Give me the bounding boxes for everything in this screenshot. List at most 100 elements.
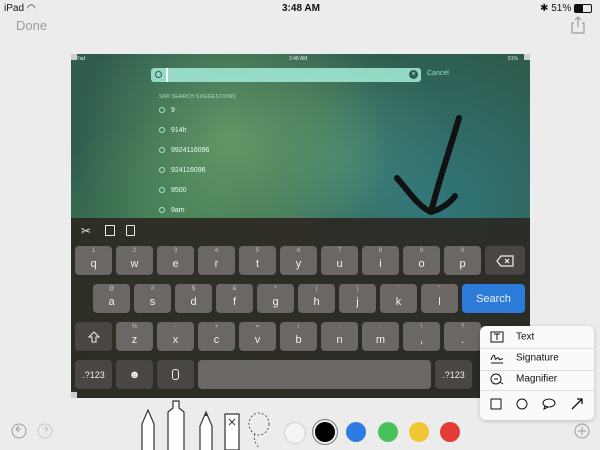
search-icon <box>155 71 162 78</box>
key-b[interactable]: / b <box>280 322 317 351</box>
eraser-tool-icon[interactable] <box>223 412 241 450</box>
key-w[interactable]: 2w <box>116 246 153 275</box>
copy-icon[interactable] <box>105 225 115 236</box>
emoji-key[interactable]: ☻ <box>116 360 153 389</box>
cut-icon[interactable]: ✂ <box>81 224 91 238</box>
pencil-tool-icon[interactable] <box>196 410 216 450</box>
cancel-button[interactable]: Cancel <box>427 70 449 77</box>
menu-item-magnifier[interactable]: Magnifier <box>490 373 557 385</box>
suggestion-item[interactable]: 924116096 <box>159 167 206 174</box>
color-swatch-white[interactable] <box>284 422 306 444</box>
key-y[interactable]: 6y <box>280 246 317 275</box>
dictation-key[interactable] <box>157 360 194 389</box>
search-icon <box>159 207 165 214</box>
key-x[interactable]: -x <box>157 322 194 351</box>
key-g[interactable]: * g <box>257 284 294 313</box>
markup-add-menu: Text Signature Magnifier <box>480 326 594 420</box>
key-k[interactable]: ' k <box>380 284 417 313</box>
key-h[interactable]: (h <box>298 284 335 313</box>
color-swatch-green[interactable] <box>378 422 398 442</box>
rectangle-shape-icon[interactable] <box>490 398 502 410</box>
key-s[interactable]: # s <box>134 284 171 313</box>
search-icon <box>159 167 165 174</box>
suggestion-item[interactable]: 9924116096 <box>159 147 209 154</box>
microphone-icon <box>172 369 179 380</box>
clear-icon[interactable]: × <box>409 70 418 79</box>
search-key[interactable]: Search <box>462 284 525 313</box>
key-o[interactable]: 9o <box>403 246 440 275</box>
menu-item-text[interactable]: Text <box>490 331 534 343</box>
color-swatch-red[interactable] <box>440 422 460 442</box>
delete-key[interactable] <box>485 246 525 275</box>
key-d[interactable]: $ d <box>175 284 212 313</box>
menu-item-signature[interactable]: Signature <box>490 352 559 364</box>
crop-handle[interactable] <box>71 54 77 60</box>
emoji-icon: ☻ <box>128 368 141 381</box>
key-t[interactable]: 5t <box>239 246 276 275</box>
key-f[interactable]: & f <box>216 284 253 313</box>
circle-shape-icon[interactable] <box>516 398 528 410</box>
arrow-shape-icon[interactable] <box>570 397 584 411</box>
search-icon <box>159 107 165 114</box>
key-r[interactable]: 4r <box>198 246 235 275</box>
keyboard: ✂ 1q 2w 3e 4r 5t 6y 7u 8i 9o 0p @ a # s $ d… <box>71 218 530 398</box>
suggestion-item[interactable]: 9 <box>159 107 175 114</box>
share-icon[interactable] <box>570 16 586 34</box>
numbers-key[interactable]: .?123 <box>75 360 112 389</box>
color-swatch-black[interactable] <box>315 422 335 442</box>
mini-status-battery: 51% <box>507 56 518 62</box>
key-p[interactable]: 0p <box>444 246 481 275</box>
shift-key[interactable] <box>75 322 112 351</box>
search-icon <box>159 127 165 134</box>
key-v[interactable]: = v <box>239 322 276 351</box>
key-i[interactable]: 8i <box>362 246 399 275</box>
speech-bubble-shape-icon[interactable] <box>542 398 556 410</box>
suggestion-item[interactable]: 9500 <box>159 187 187 194</box>
shift-icon <box>87 330 100 342</box>
key-comma[interactable]: !, <box>403 322 440 351</box>
undo-icon[interactable] <box>10 422 28 440</box>
backspace-icon <box>496 254 514 267</box>
color-swatch-yellow[interactable] <box>409 422 429 442</box>
pen-tool-icon[interactable] <box>138 408 158 450</box>
key-j[interactable]: ) j <box>339 284 376 313</box>
suggestion-item[interactable]: 9am <box>159 207 185 214</box>
marker-tool-icon[interactable] <box>165 398 187 450</box>
key-e[interactable]: 3e <box>157 246 194 275</box>
paste-icon[interactable] <box>126 225 135 236</box>
signature-icon <box>490 354 504 364</box>
key-a[interactable]: @ a <box>93 284 130 313</box>
space-key[interactable] <box>198 360 431 389</box>
key-z[interactable]: % z <box>116 322 153 351</box>
text-cursor <box>166 68 168 82</box>
crop-handle[interactable] <box>71 392 77 398</box>
numbers-key-right[interactable]: .?123 <box>435 360 472 389</box>
magnifier-icon <box>490 373 504 385</box>
status-battery: ✱ 51% <box>540 3 592 14</box>
key-l[interactable]: " l <box>421 284 458 313</box>
key-m[interactable]: :m <box>362 322 399 351</box>
status-carrier: iPad ◠ <box>4 3 36 14</box>
crop-handle[interactable] <box>524 54 530 60</box>
redo-icon[interactable] <box>36 422 54 440</box>
search-icon <box>159 187 165 194</box>
key-q[interactable]: 1q <box>75 246 112 275</box>
add-icon[interactable] <box>573 422 591 440</box>
key-c[interactable]: + c <box>198 322 235 351</box>
search-field[interactable]: × <box>151 68 421 82</box>
bluetooth-icon: ✱ <box>540 3 549 14</box>
suggestion-item[interactable]: 914h <box>159 127 187 134</box>
search-icon <box>159 147 165 154</box>
wifi-icon: ◠ <box>26 3 36 14</box>
key-period[interactable]: ?. <box>444 322 481 351</box>
suggestions-title: SIRI SEARCH SUGGESTIONS <box>159 94 236 100</box>
screenshot-canvas[interactable]: iPad 3:48 AM 51% × Cancel SIRI SEARCH SU… <box>71 54 530 398</box>
mini-status-time: 3:48 AM <box>289 56 308 62</box>
battery-icon <box>574 3 592 13</box>
key-u[interactable]: 7u <box>321 246 358 275</box>
lasso-tool-icon[interactable] <box>246 410 272 450</box>
color-swatch-blue[interactable] <box>346 422 366 442</box>
key-n[interactable]: ; n <box>321 322 358 351</box>
text-icon <box>490 331 504 343</box>
done-button[interactable]: Done <box>16 18 47 33</box>
